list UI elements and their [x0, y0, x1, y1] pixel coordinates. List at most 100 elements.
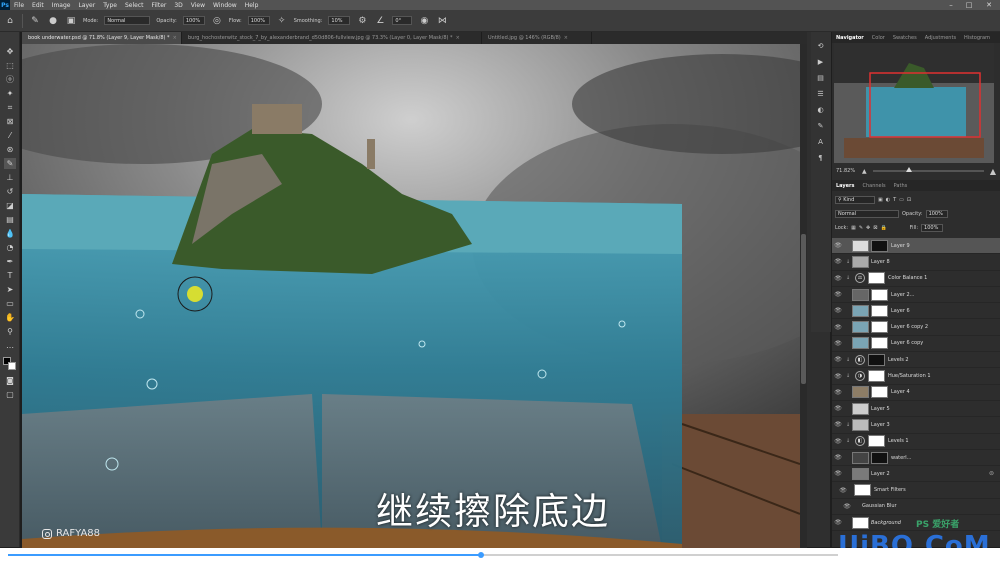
- layer-opacity-field[interactable]: 100%: [925, 210, 948, 218]
- visibility-eye-icon[interactable]: 👁: [832, 503, 862, 510]
- rectangle-tool-icon[interactable]: ▭: [4, 298, 16, 309]
- layer-row-layer-6-copy[interactable]: 👁 Layer 6 copy: [832, 336, 1000, 353]
- navigator-zoom-value[interactable]: 71.82%: [836, 168, 862, 174]
- tab-adjustments[interactable]: Adjustments: [921, 35, 960, 41]
- close-tab-icon[interactable]: ×: [456, 35, 460, 41]
- quick-mask-icon[interactable]: ◙: [4, 375, 16, 386]
- layer-name[interactable]: Layer 6 copy: [891, 340, 923, 346]
- smoothing-field[interactable]: 10%: [328, 16, 351, 25]
- layer-name[interactable]: Layer 2...: [891, 292, 914, 298]
- blur-tool-icon[interactable]: 💧: [4, 228, 16, 239]
- layer-name[interactable]: Color Balance 1: [888, 275, 927, 281]
- progress-track[interactable]: [8, 552, 838, 558]
- menu-edit[interactable]: Edit: [28, 2, 48, 9]
- close-tab-icon[interactable]: ×: [173, 35, 177, 41]
- menu-3d[interactable]: 3D: [170, 2, 186, 9]
- filter-adjustment-icon[interactable]: ◐: [886, 197, 890, 203]
- layer-mask-thumbnail[interactable]: [871, 386, 888, 399]
- brush-tool-icon[interactable]: ✎: [29, 15, 41, 27]
- visibility-eye-icon[interactable]: 👁: [832, 242, 844, 249]
- layer-name[interactable]: Levels 1: [888, 438, 909, 444]
- symmetry-icon[interactable]: ⋈: [436, 15, 448, 27]
- home-icon[interactable]: ⌂: [4, 15, 16, 27]
- document-canvas[interactable]: [22, 44, 800, 548]
- zoom-out-icon[interactable]: ▲: [862, 168, 867, 175]
- visibility-eye-icon[interactable]: 👁: [832, 356, 844, 363]
- angle-icon[interactable]: ∠: [374, 15, 386, 27]
- layer-mask-thumbnail[interactable]: [871, 288, 888, 301]
- airbrush-icon[interactable]: ✧: [276, 15, 288, 27]
- layer-row-levels-2[interactable]: 👁 ↓ ◧ Levels 2: [832, 352, 1000, 369]
- menu-window[interactable]: Window: [209, 2, 241, 9]
- screen-mode-icon[interactable]: ▢: [4, 389, 16, 400]
- layer-row-layer-6[interactable]: 👁 Layer 6: [832, 303, 1000, 320]
- quick-select-tool-icon[interactable]: ✦: [4, 88, 16, 99]
- crop-tool-icon[interactable]: ⌗: [4, 102, 16, 113]
- navigator-zoom-slider[interactable]: [872, 167, 984, 172]
- lasso-tool-icon[interactable]: ⓞ: [4, 74, 16, 85]
- layer-mask-thumbnail[interactable]: [871, 239, 888, 252]
- move-tool-icon[interactable]: ✥: [4, 46, 16, 57]
- layer-name[interactable]: Layer 2: [871, 471, 890, 477]
- flow-field[interactable]: 100%: [247, 16, 270, 25]
- lock-position-icon[interactable]: ✥: [866, 225, 870, 231]
- layer-row-levels-1[interactable]: 👁 ↓ ◧ Levels 1: [832, 434, 1000, 450]
- document-tab-untitled[interactable]: Untitled.jpg @ 146% (RGB/8) ×: [482, 32, 592, 44]
- brush-settings-panel-icon[interactable]: ✎: [815, 120, 826, 131]
- close-tab-icon[interactable]: ×: [564, 35, 568, 41]
- layer-mask-thumbnail[interactable]: [871, 304, 888, 317]
- visibility-eye-icon[interactable]: 👁: [832, 258, 844, 265]
- layer-mask-thumbnail[interactable]: [868, 353, 885, 366]
- layer-row-hue-saturation-1[interactable]: 👁 ↓ ◑ Hue/Saturation 1: [832, 368, 1000, 385]
- layer-mask-thumbnail[interactable]: [871, 321, 888, 334]
- layer-filter-kind-select[interactable]: ⚲ Kind: [835, 196, 875, 204]
- vertical-scrollbar[interactable]: [800, 44, 807, 548]
- clone-stamp-tool-icon[interactable]: ⊥: [4, 172, 16, 183]
- frame-tool-icon[interactable]: ⊠: [4, 116, 16, 127]
- layer-row-smart-filters[interactable]: 👁 Smart Filters: [832, 482, 1000, 499]
- document-tab-book-underwater[interactable]: book underwater.psd @ 71.8% (Layer 9, La…: [22, 32, 182, 44]
- visibility-eye-icon[interactable]: 👁: [832, 421, 844, 428]
- layer-mask-thumbnail[interactable]: [868, 272, 885, 285]
- layer-row-waterl[interactable]: 👁 waterl...: [832, 450, 1000, 467]
- layer-row-layer-9[interactable]: 👁 Layer 9: [832, 238, 1000, 255]
- layer-name[interactable]: Layer 6: [891, 308, 910, 314]
- visibility-eye-icon[interactable]: 👁: [832, 389, 844, 396]
- photoshop-logo-icon[interactable]: Ps: [0, 0, 10, 10]
- opacity-field[interactable]: 100%: [182, 16, 205, 25]
- layer-row-layer-4[interactable]: 👁 Layer 4: [832, 385, 1000, 401]
- visibility-eye-icon[interactable]: 👁: [832, 438, 844, 445]
- layer-name[interactable]: Hue/Saturation 1: [888, 373, 931, 379]
- menu-layer[interactable]: Layer: [74, 2, 99, 9]
- play-actions-icon[interactable]: ▶: [815, 56, 826, 67]
- lock-pixels-icon[interactable]: ✎: [859, 225, 863, 231]
- visibility-eye-icon[interactable]: 👁: [832, 324, 844, 331]
- visibility-eye-icon[interactable]: 👁: [832, 487, 854, 494]
- visibility-eye-icon[interactable]: 👁: [832, 307, 844, 314]
- paragraph-panel-icon[interactable]: ¶: [815, 152, 826, 163]
- filter-pixel-icon[interactable]: ▣: [878, 197, 883, 203]
- layer-row-color-balance-1[interactable]: 👁 ↓ ⚖ Color Balance 1: [832, 271, 1000, 287]
- menu-help[interactable]: Help: [241, 2, 263, 9]
- layer-name[interactable]: Levels 2: [888, 357, 909, 363]
- layer-name[interactable]: Smart Filters: [874, 487, 906, 493]
- more-tools-icon[interactable]: ⋯: [4, 342, 16, 353]
- tab-swatches[interactable]: Swatches: [889, 35, 921, 41]
- smart-filter-mask-thumbnail[interactable]: [854, 484, 871, 497]
- menu-image[interactable]: Image: [48, 2, 75, 9]
- layer-mask-thumbnail[interactable]: [871, 337, 888, 350]
- layer-name[interactable]: Layer 4: [891, 389, 910, 395]
- angle-field[interactable]: 0°: [392, 16, 413, 25]
- tab-channels[interactable]: Channels: [859, 183, 890, 189]
- path-selection-tool-icon[interactable]: ➤: [4, 284, 16, 295]
- menu-select[interactable]: Select: [121, 2, 148, 9]
- layer-mask-thumbnail[interactable]: [868, 370, 885, 383]
- filter-type-icon[interactable]: T: [893, 197, 896, 203]
- layer-name[interactable]: Gaussian Blur: [862, 503, 897, 509]
- maximize-icon[interactable]: □: [962, 0, 976, 10]
- gradient-tool-icon[interactable]: ▤: [4, 214, 16, 225]
- progress-handle[interactable]: [478, 552, 485, 558]
- visibility-eye-icon[interactable]: 👁: [832, 373, 844, 380]
- visibility-eye-icon[interactable]: 👁: [832, 291, 844, 298]
- libraries-panel-icon[interactable]: ☰: [815, 88, 826, 99]
